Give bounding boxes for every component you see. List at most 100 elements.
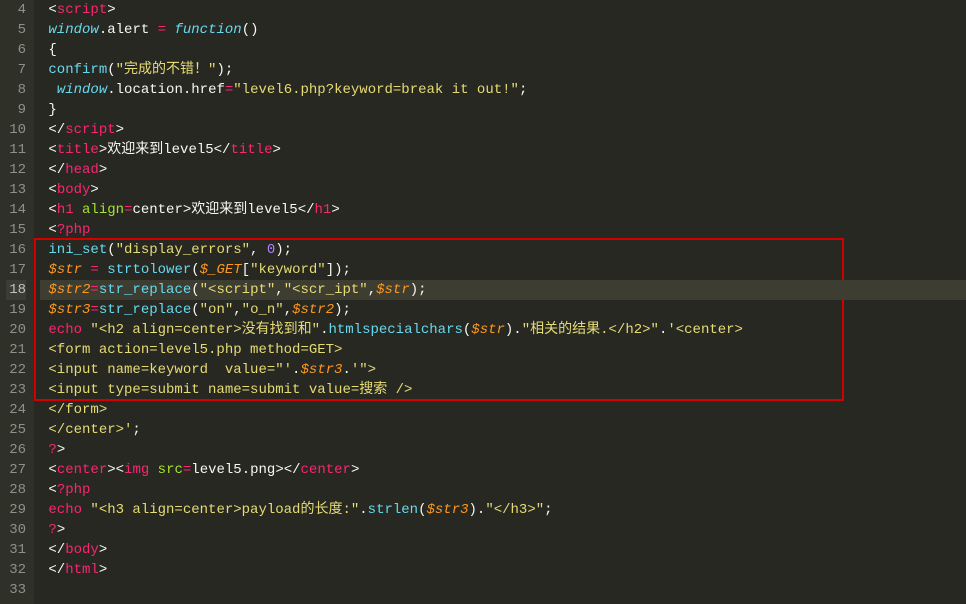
- line-number: 29: [6, 500, 26, 520]
- line-number: 23: [6, 380, 26, 400]
- code-line[interactable]: </script>: [40, 120, 966, 140]
- code-editor[interactable]: 4567891011121314151617181920212223242526…: [0, 0, 966, 604]
- token-var: $str2: [292, 302, 334, 318]
- code-line[interactable]: <script>: [40, 0, 966, 20]
- code-line[interactable]: {: [40, 40, 966, 60]
- code-line[interactable]: <body>: [40, 180, 966, 200]
- token-tag: center: [301, 462, 351, 478]
- token-angle: <: [48, 2, 56, 18]
- token-str: "display_errors": [116, 242, 250, 258]
- code-line[interactable]: <?php: [40, 480, 966, 500]
- token-plain: [149, 22, 157, 38]
- token-kw: echo: [48, 502, 82, 518]
- token-angle: </: [48, 542, 65, 558]
- code-line[interactable]: window.location.href="level6.php?keyword…: [40, 80, 966, 100]
- token-str: <form action=level5.php method=GET>: [48, 342, 342, 358]
- code-line[interactable]: </head>: [40, 160, 966, 180]
- token-angle: ></: [275, 462, 300, 478]
- token-punct: (: [107, 62, 115, 78]
- token-punct: );: [334, 302, 351, 318]
- code-area[interactable]: <script> window.alert = function() { con…: [34, 0, 966, 604]
- line-number: 28: [6, 480, 26, 500]
- line-number: 33: [6, 580, 26, 600]
- token-str: "<h3 align=center>payload的长度:": [90, 502, 359, 518]
- token-punct: .: [183, 82, 191, 98]
- code-line[interactable]: ?>: [40, 440, 966, 460]
- token-var: $str3: [300, 362, 342, 378]
- token-fn: ini_set: [48, 242, 107, 258]
- code-line[interactable]: </form>: [40, 400, 966, 420]
- token-tag: h1: [57, 202, 74, 218]
- token-punct: );: [275, 242, 292, 258]
- token-str: "</h3>": [485, 502, 544, 518]
- token-punct: (): [242, 22, 259, 38]
- token-var: $str: [48, 262, 82, 278]
- token-str: </center>': [48, 422, 132, 438]
- token-punct: ).: [469, 502, 486, 518]
- token-punct: ;: [132, 422, 140, 438]
- token-angle: <: [48, 222, 56, 238]
- token-angle: >: [57, 522, 65, 538]
- code-line[interactable]: echo "<h3 align=center>payload的长度:".strl…: [40, 500, 966, 520]
- code-line[interactable]: <title>欢迎来到level5</title>: [40, 140, 966, 160]
- token-str: "<h2 align=center>没有找到和": [90, 322, 320, 338]
- token-punct: [: [242, 262, 250, 278]
- token-op: =: [90, 282, 98, 298]
- token-attr: align: [82, 202, 124, 218]
- token-angle: <: [48, 182, 56, 198]
- code-line[interactable]: <input type=submit name=submit value=搜索 …: [40, 380, 966, 400]
- token-str: "o_n": [242, 302, 284, 318]
- code-line[interactable]: <center><img src=level5.png></center>: [40, 460, 966, 480]
- code-line[interactable]: [40, 580, 966, 600]
- token-tag: ?php: [57, 482, 91, 498]
- token-punct: (: [418, 502, 426, 518]
- code-line[interactable]: $str = strtolower($_GET["keyword"]);: [40, 260, 966, 280]
- token-angle: >: [99, 142, 107, 158]
- code-line[interactable]: <input name=keyword value="'.$str3.'">: [40, 360, 966, 380]
- token-tag: title: [230, 142, 272, 158]
- token-fn: htmlspecialchars: [328, 322, 462, 338]
- token-plain: href: [191, 82, 225, 98]
- token-punct: }: [48, 102, 56, 118]
- code-line[interactable]: <?php: [40, 220, 966, 240]
- line-number: 13: [6, 180, 26, 200]
- token-punct: ).: [505, 322, 522, 338]
- code-line[interactable]: <h1 align=center>欢迎来到level5</h1>: [40, 200, 966, 220]
- token-plain: 欢迎来到level5: [191, 202, 297, 218]
- line-number: 19: [6, 300, 26, 320]
- token-fn: strtolower: [107, 262, 191, 278]
- token-tag: img: [124, 462, 149, 478]
- code-line[interactable]: window.alert = function(): [40, 20, 966, 40]
- token-angle: >: [57, 442, 65, 458]
- line-number: 12: [6, 160, 26, 180]
- token-str: '<center>: [667, 322, 743, 338]
- code-line[interactable]: confirm("完成的不错！");: [40, 60, 966, 80]
- token-tag: title: [57, 142, 99, 158]
- code-line[interactable]: </center>';: [40, 420, 966, 440]
- code-line[interactable]: <form action=level5.php method=GET>: [40, 340, 966, 360]
- token-num: 0: [267, 242, 275, 258]
- token-angle: >: [107, 2, 115, 18]
- code-line[interactable]: $str3=str_replace("on","o_n",$str2);: [40, 300, 966, 320]
- token-punct: );: [216, 62, 233, 78]
- line-number: 20: [6, 320, 26, 340]
- line-number: 9: [6, 100, 26, 120]
- code-line[interactable]: </html>: [40, 560, 966, 580]
- token-punct: ,: [275, 282, 283, 298]
- token-var: $_GET: [200, 262, 242, 278]
- token-plain: [48, 82, 56, 98]
- code-line[interactable]: $str2=str_replace("<script","<scr_ipt",$…: [40, 280, 966, 300]
- code-line[interactable]: echo "<h2 align=center>没有找到和".htmlspecia…: [40, 320, 966, 340]
- code-line[interactable]: ?>: [40, 520, 966, 540]
- line-number: 15: [6, 220, 26, 240]
- token-punct: {: [48, 42, 56, 58]
- code-line[interactable]: ini_set("display_errors", 0);: [40, 240, 966, 260]
- code-line[interactable]: </body>: [40, 540, 966, 560]
- token-tag: ?php: [57, 222, 91, 238]
- line-number: 7: [6, 60, 26, 80]
- token-punct: .: [342, 362, 350, 378]
- code-line[interactable]: }: [40, 100, 966, 120]
- line-number: 16: [6, 240, 26, 260]
- token-kw: echo: [48, 322, 82, 338]
- token-plain: [74, 202, 82, 218]
